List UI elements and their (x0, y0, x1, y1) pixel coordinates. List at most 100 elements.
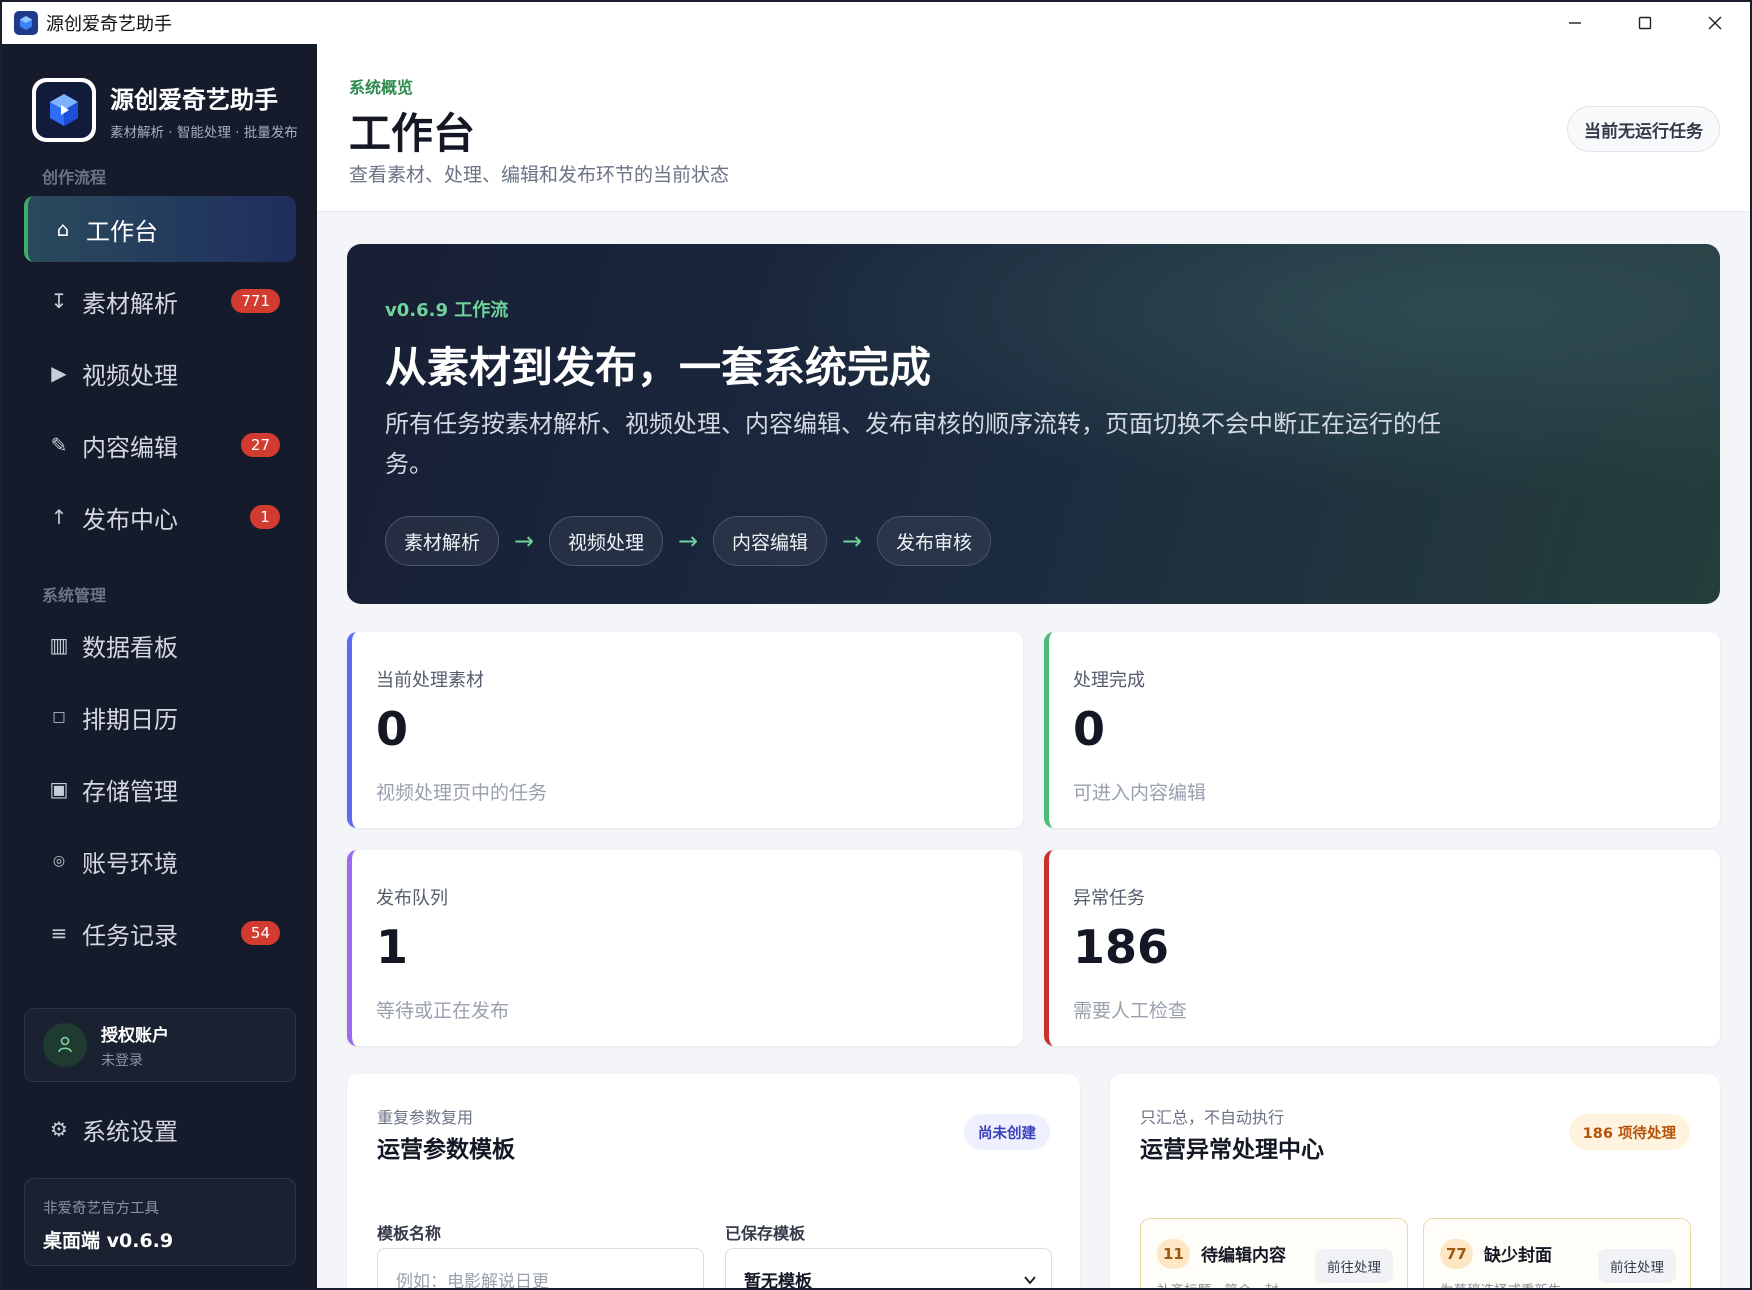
sidebar-item-label: 数据看板 (82, 633, 178, 662)
step-content-edit[interactable]: 内容编辑 (713, 516, 828, 566)
sidebar-item-publish-center[interactable]: ↑ 发布中心 1 (24, 484, 296, 550)
sidebar-item-label: 工作台 (86, 217, 158, 246)
panel-title: 运营参数模板 (377, 1137, 515, 1163)
stat-card-completed: 处理完成 0 可进入内容编辑 (1044, 632, 1720, 828)
sidebar-item-account-env[interactable]: ◎ 账号环境 (24, 828, 296, 894)
stat-value: 186 (1073, 920, 1170, 974)
close-icon (1708, 16, 1722, 30)
stat-card-errors: 异常任务 186 需要人工检查 (1044, 850, 1720, 1046)
sidebar-item-label: 存储管理 (82, 777, 178, 806)
exception-desc: 补齐标题、简介、封... (1157, 1279, 1291, 1288)
step-publish-review[interactable]: 发布审核 (877, 516, 992, 566)
breadcrumb: 系统概览 (349, 78, 414, 97)
stat-label: 发布队列 (376, 888, 448, 909)
section-title-system: 系统管理 (42, 586, 107, 605)
brand: 源创爱奇艺助手 素材解析 · 智能处理 · 批量发布 (32, 78, 298, 142)
maximize-icon (1638, 16, 1652, 30)
arrow-right-icon: → (677, 527, 699, 555)
go-handle-button[interactable]: 前往处理 (1598, 1249, 1676, 1283)
exception-count: 11 (1157, 1239, 1190, 1269)
maximize-button[interactable] (1610, 2, 1680, 44)
count-badge: 27 (240, 433, 280, 457)
sidebar-item-dashboard[interactable]: ▥ 数据看板 (24, 612, 296, 678)
exception-card-missing-cover: 77 缺少封面 为草稿选择或重新生... 前往处理 (1423, 1218, 1691, 1288)
stat-value: 0 (376, 702, 409, 756)
pencil-icon: ✎ (50, 433, 68, 457)
list-icon: ≡ (50, 921, 68, 945)
upload-arrow-icon: ↑ (50, 505, 68, 529)
stat-card-processing: 当前处理素材 0 视频处理页中的任务 (347, 632, 1023, 828)
stat-label: 处理完成 (1073, 670, 1145, 691)
stat-subtext: 需要人工检查 (1073, 1000, 1188, 1022)
saved-template-label: 已保存模板 (725, 1224, 806, 1243)
exception-desc: 为草稿选择或重新生... (1440, 1279, 1574, 1288)
page-title: 工作台 (349, 109, 476, 158)
stat-card-publish-queue: 发布队列 1 等待或正在发布 (347, 850, 1023, 1046)
sidebar-item-workbench[interactable]: ⌂ 工作台 (24, 196, 296, 262)
minimize-icon (1569, 22, 1581, 24)
sidebar-item-label: 系统设置 (82, 1117, 178, 1146)
sidebar-item-material-parse[interactable]: ↧ 素材解析 771 (24, 268, 296, 334)
template-name-input[interactable]: 例如：电影解说日更 (377, 1248, 704, 1288)
arrow-right-icon: → (841, 527, 863, 555)
count-badge: 54 (240, 921, 280, 945)
download-arrow-icon: ↧ (50, 289, 68, 313)
stat-value: 1 (376, 920, 409, 974)
stat-subtext: 视频处理页中的任务 (376, 782, 548, 804)
chevron-down-icon (1024, 1276, 1036, 1285)
sidebar-item-label: 素材解析 (82, 289, 178, 318)
sidebar-item-task-log[interactable]: ≡ 任务记录 54 (24, 900, 296, 966)
account-title: 授权账户 (101, 1025, 169, 1046)
status-badge: 尚未创建 (964, 1114, 1050, 1150)
account-card[interactable]: 授权账户 未登录 (24, 1008, 296, 1082)
pending-count-badge: 186 项待处理 (1568, 1114, 1690, 1150)
version-label: 桌面端 v0.6.9 (43, 1230, 174, 1252)
run-status-pill: 当前无运行任务 (1567, 106, 1720, 152)
window-title: 源创爱奇艺助手 (46, 14, 172, 35)
sidebar-item-label: 发布中心 (82, 505, 178, 534)
version-card: 非爱奇艺官方工具 桌面端 v0.6.9 (24, 1178, 296, 1266)
template-name-label: 模板名称 (377, 1224, 442, 1243)
saved-template-select[interactable]: 暂无模板 (725, 1248, 1052, 1288)
stat-value: 0 (1073, 702, 1106, 756)
exception-center-panel: 只汇总，不自动执行 运营异常处理中心 186 项待处理 11 待编辑内容 补齐标… (1110, 1074, 1720, 1288)
sidebar-item-label: 排期日历 (82, 705, 178, 734)
select-value: 暂无模板 (744, 1271, 812, 1289)
sidebar-item-label: 账号环境 (82, 849, 178, 878)
sidebar-item-schedule-calendar[interactable]: □ 排期日历 (24, 684, 296, 750)
sidebar-item-video-processing[interactable]: ▶ 视频处理 (24, 340, 296, 406)
user-icon (43, 1023, 87, 1067)
arrow-right-icon: → (513, 527, 535, 555)
step-material-parse[interactable]: 素材解析 (385, 516, 500, 566)
window-controls (1540, 2, 1750, 44)
minimize-button[interactable] (1540, 2, 1610, 44)
sidebar-item-label: 视频处理 (82, 361, 178, 390)
sidebar-item-content-edit[interactable]: ✎ 内容编辑 27 (24, 412, 296, 478)
sidebar-item-storage[interactable]: ▣ 存储管理 (24, 756, 296, 822)
exception-card-pending-edit: 11 待编辑内容 补齐标题、简介、封... 前往处理 (1140, 1218, 1408, 1288)
sidebar-item-settings[interactable]: ⚙ 系统设置 (24, 1096, 296, 1162)
play-icon: ▶ (51, 361, 67, 385)
main-content: 系统概览 工作台 查看素材、处理、编辑和发布环节的当前状态 当前无运行任务 v0… (317, 44, 1750, 1288)
exception-title: 待编辑内容 (1201, 1246, 1286, 1266)
bars-icon: ▥ (49, 633, 69, 657)
brand-name: 源创爱奇艺助手 (110, 85, 278, 114)
page-description: 查看素材、处理、编辑和发布环节的当前状态 (349, 164, 730, 186)
page-header: 系统概览 工作台 查看素材、处理、编辑和发布环节的当前状态 当前无运行任务 (317, 44, 1750, 212)
exception-count: 77 (1440, 1239, 1473, 1269)
sidebar-item-label: 任务记录 (82, 921, 178, 950)
app-logo-icon (14, 11, 38, 35)
step-video-processing[interactable]: 视频处理 (549, 516, 664, 566)
param-template-panel: 重复参数复用 运营参数模板 尚未创建 模板名称 例如：电影解说日更 已保存模板 … (347, 1074, 1080, 1288)
close-button[interactable] (1680, 2, 1750, 44)
sidebar: 源创爱奇艺助手 素材解析 · 智能处理 · 批量发布 创作流程 ⌂ 工作台 ↧ … (2, 44, 317, 1288)
stat-subtext: 可进入内容编辑 (1073, 782, 1207, 804)
sidebar-item-label: 内容编辑 (82, 433, 178, 462)
brand-tagline: 素材解析 · 智能处理 · 批量发布 (110, 124, 298, 141)
go-handle-button[interactable]: 前往处理 (1315, 1249, 1393, 1283)
workflow-steps: 素材解析 → 视频处理 → 内容编辑 → 发布审核 (385, 516, 992, 566)
app-window: 源创爱奇艺助手 源创爱奇艺助手 素材解析 · 智能处理 · 批量发布 创作流程 … (2, 2, 1750, 1288)
account-status: 未登录 (101, 1052, 143, 1069)
panel-kicker: 只汇总，不自动执行 (1140, 1108, 1285, 1127)
workflow-hero: v0.6.9 工作流 从素材到发布，一套系统完成 所有任务按素材解析、视频处理、… (347, 244, 1720, 604)
